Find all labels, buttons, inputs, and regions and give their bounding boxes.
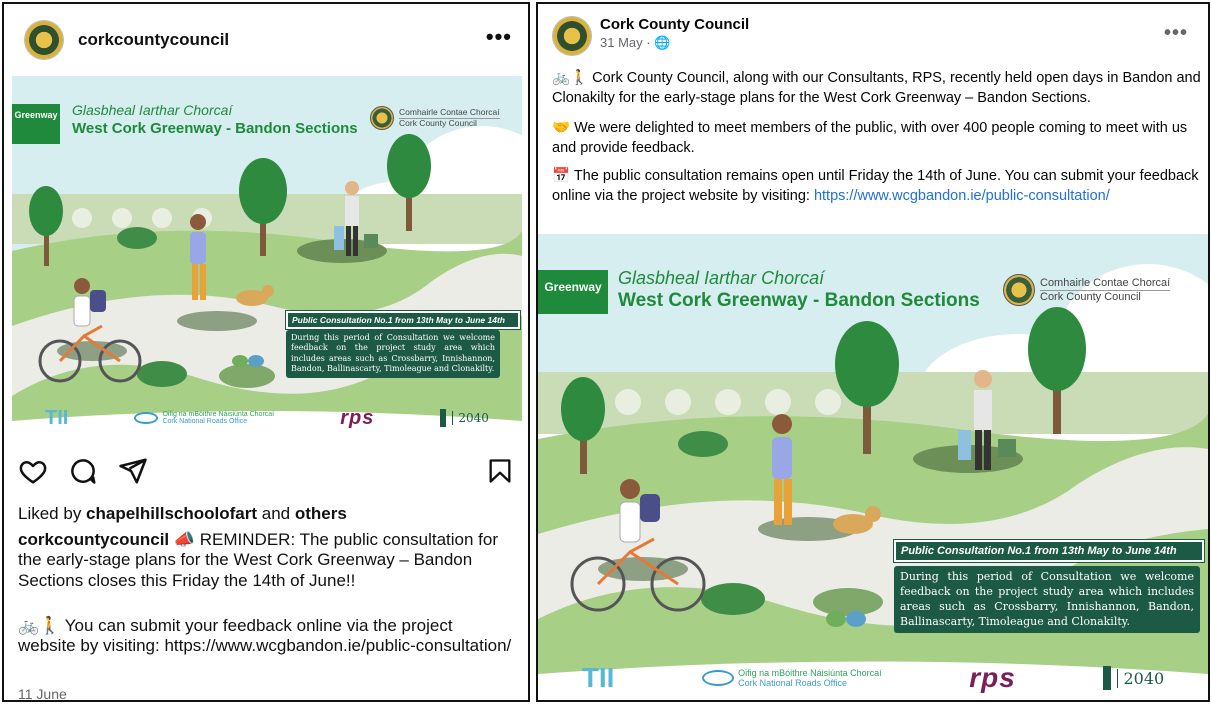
liked-by-user[interactable]: chapelhillschoolofart [86, 504, 257, 523]
rps-logo: rps [340, 406, 375, 429]
ig-post-image[interactable]: Greenway Glasbheal Iarthar Chorcaí West … [12, 76, 522, 444]
fb-post-date[interactable]: 31 May · 🌐 [600, 35, 749, 51]
instagram-post: corkcountycouncil ••• Greenway Glasbheal… [2, 2, 530, 702]
project-ireland-logo: 2040 [1103, 666, 1164, 690]
ig-likes-line: Liked by chapelhillschoolofart and other… [18, 504, 347, 523]
council-name-irish: Comhairle Contae Chorcaí [1040, 276, 1171, 291]
consultation-description: During this period of Consultation we we… [894, 566, 1200, 634]
share-icon[interactable] [118, 456, 148, 486]
more-options-icon[interactable]: ••• [486, 24, 512, 50]
council-crest-icon [1003, 274, 1035, 306]
consultation-heading: Public Consultation No.1 from 13th May t… [285, 310, 521, 330]
ig-username[interactable]: corkcountycouncil [78, 30, 229, 50]
ig-caption: corkcountycouncil 📣 REMINDER: The public… [18, 530, 499, 590]
council-name-english: Cork County Council [399, 117, 477, 128]
council-logo: Comhairle Contae Chorcaí Cork County Cou… [1003, 274, 1171, 306]
fb-paragraph-1: 🚲🚶 Cork County Council, along with our C… [552, 70, 1201, 107]
heart-icon[interactable] [18, 456, 48, 486]
project-ireland-logo: 2040 [440, 409, 489, 427]
council-crest-icon [370, 106, 394, 130]
handshake-icon: 🤝 [552, 120, 571, 136]
greenway-logo: Greenway [12, 104, 60, 144]
megaphone-icon: 📣 [173, 530, 196, 549]
fb-post-image[interactable]: Greenway Glasbheal Iarthar Chorcaí West … [538, 234, 1208, 700]
bike-walk-icon: 🚲🚶 [18, 616, 61, 635]
tii-logo: TII [45, 406, 69, 429]
globe-icon: 🌐 [654, 35, 671, 50]
poster-title-irish: Glasbheal Iarthar Chorcaí [72, 102, 233, 118]
council-name-english: Cork County Council [1040, 290, 1141, 303]
caption-username[interactable]: corkcountycouncil [18, 530, 169, 549]
bike-walk-icon: 🚲🚶 [552, 70, 589, 86]
poster-title-english: West Cork Greenway - Bandon Sections [72, 120, 358, 137]
tii-logo: TII [581, 662, 615, 693]
partner-logos: TII Oifig na mBóithre Náisiúnta Chorcaí C… [538, 658, 1208, 698]
more-options-icon[interactable]: ••• [1164, 22, 1188, 45]
avatar[interactable] [552, 16, 592, 56]
calendar-icon: 📅 [552, 168, 571, 184]
ig-caption-feedback: 🚲🚶 You can submit your feedback online v… [18, 616, 512, 656]
consultation-link[interactable]: https://www.wcgbandon.ie/public-consulta… [814, 188, 1110, 204]
bookmark-icon[interactable] [486, 456, 514, 486]
rps-logo: rps [969, 662, 1016, 693]
consultation-description: During this period of Consultation we we… [286, 330, 500, 378]
fb-post-header: Cork County Council 31 May · 🌐 [552, 16, 1192, 62]
fb-page-name[interactable]: Cork County Council [600, 16, 749, 33]
greenway-logo: Greenway [538, 270, 608, 314]
cork-nro-logo: Oifig na mBóithre Náisiúnta Chorcaí Cork … [702, 668, 882, 688]
comment-icon[interactable] [68, 456, 98, 486]
avatar[interactable] [24, 20, 64, 60]
partner-logos: TII Oifig na mBóithre Náisiúnta Chorcaí C… [12, 402, 522, 434]
liked-by-others[interactable]: others [295, 504, 347, 523]
fb-paragraph-3: 📅 The public consultation remains open u… [552, 168, 1199, 205]
council-logo: Comhairle Contae Chorcaí Cork County Cou… [370, 106, 500, 130]
cork-nro-logo: Oifig na mBóithre Náisiúnta Chorcaí Cork … [134, 411, 274, 425]
poster-title-english: West Cork Greenway - Bandon Sections [618, 290, 980, 311]
poster-title-irish: Glasbheal Iarthar Chorcaí [618, 268, 825, 288]
ig-action-bar [18, 456, 518, 490]
consultation-heading: Public Consultation No.1 from 13th May t… [893, 539, 1205, 563]
ig-post-header: corkcountycouncil ••• [4, 4, 528, 76]
fb-paragraph-2: 🤝 We were delighted to meet members of t… [552, 120, 1188, 157]
facebook-post: Cork County Council 31 May · 🌐 ••• 🚲🚶 Co… [536, 2, 1210, 702]
ig-post-date[interactable]: 11 June [18, 686, 67, 700]
